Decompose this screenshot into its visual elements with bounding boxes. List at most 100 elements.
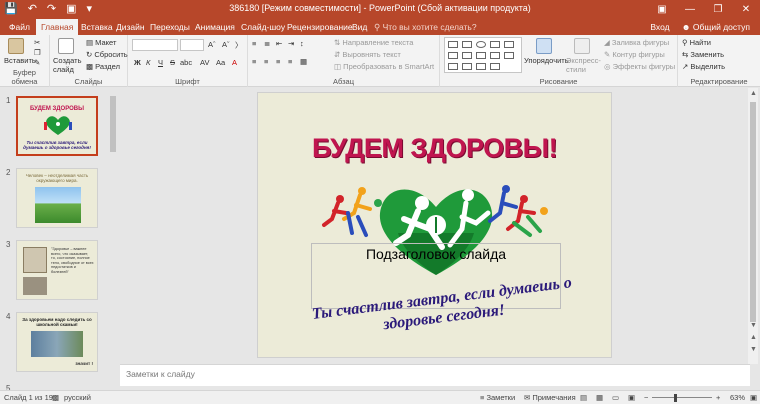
numbering-icon[interactable]: ≣: [264, 39, 270, 48]
clear-format-icon[interactable]: 〉: [235, 40, 243, 51]
zoom-out-icon[interactable]: −: [644, 393, 648, 402]
quick-styles-button[interactable]: Экспресс-стили: [566, 56, 602, 74]
bracket-shape-icon[interactable]: [462, 63, 472, 70]
increase-indent-icon[interactable]: ⇥: [288, 39, 294, 48]
underline-button[interactable]: Ч: [158, 58, 163, 67]
font-color-icon[interactable]: A: [232, 58, 237, 67]
slide-scrollbar[interactable]: ▲ ▼ ▲ ▼: [748, 88, 758, 364]
line-shape-icon[interactable]: [462, 52, 472, 59]
slide-thumbnail-4[interactable]: За здоровьем надо следить со школьной ск…: [16, 312, 98, 372]
next-slide-icon[interactable]: ▼: [750, 346, 757, 353]
triangle-shape-icon[interactable]: [504, 41, 514, 48]
change-case-icon[interactable]: Aa: [216, 58, 225, 67]
quick-styles-icon[interactable]: [574, 38, 590, 54]
tab-design[interactable]: Дизайн: [111, 19, 150, 35]
cut-icon[interactable]: ✂: [34, 38, 40, 47]
share-button[interactable]: ☻ Общий доступ: [682, 19, 750, 35]
grow-font-icon[interactable]: Aˆ: [208, 40, 216, 49]
columns-icon[interactable]: ▦: [300, 57, 307, 66]
select-button[interactable]: ↗ Выделить: [682, 62, 725, 71]
zoom-slider-thumb[interactable]: [674, 394, 677, 402]
scroll-up-icon[interactable]: ▲: [750, 90, 757, 97]
new-slide-icon[interactable]: [58, 38, 74, 54]
curve-shape-icon[interactable]: [448, 63, 458, 70]
reset-button[interactable]: ↻ Сбросить: [86, 50, 128, 59]
align-left-icon[interactable]: ≡: [252, 57, 256, 66]
font-size-combo[interactable]: [180, 39, 204, 51]
bullets-icon[interactable]: ≡: [252, 39, 256, 48]
zoom-in-icon[interactable]: +: [716, 393, 720, 402]
line-spacing-icon[interactable]: ↕: [300, 39, 304, 48]
slide-scroll-thumb[interactable]: [750, 102, 756, 322]
rectangle-shape-icon[interactable]: [448, 41, 458, 48]
slide-sorter-icon[interactable]: ▦: [596, 393, 603, 402]
flowchart-shape-icon[interactable]: [490, 63, 500, 70]
format-painter-icon[interactable]: ✎: [34, 58, 40, 67]
copy-icon[interactable]: ❐: [34, 48, 41, 57]
thumbnails-scroll-thumb[interactable]: [110, 96, 116, 152]
current-slide[interactable]: БУДЕМ ЗДОРОВЫ! Подзаголовок слайда Ты сч…: [257, 92, 612, 358]
tell-me-box[interactable]: ⚲ Что вы хотите сделать?: [374, 19, 477, 35]
scroll-down-icon[interactable]: ▼: [750, 322, 757, 329]
section-button[interactable]: ▩ Раздел: [86, 62, 120, 71]
normal-view-icon[interactable]: ▤: [580, 393, 587, 402]
tab-view[interactable]: Вид: [347, 19, 372, 35]
arrange-icon[interactable]: [536, 38, 552, 54]
rounded-rect-shape-icon[interactable]: [490, 41, 500, 48]
shape-fill-button[interactable]: ◢ Заливка фигуры: [604, 38, 669, 47]
tab-home[interactable]: Главная: [36, 19, 79, 35]
shape-outline-button[interactable]: ✎ Контур фигуры: [604, 50, 665, 59]
zoom-slider-track[interactable]: [652, 397, 712, 398]
slideshow-view-icon[interactable]: ▣: [628, 393, 635, 402]
star-shape-icon[interactable]: [504, 52, 514, 59]
shadow-button[interactable]: abc: [180, 58, 192, 67]
comments-toggle-button[interactable]: ✉ Примечания: [524, 393, 576, 402]
signin-link[interactable]: Вход: [650, 19, 669, 35]
align-text-button[interactable]: ⇵ Выровнять текст: [334, 50, 401, 59]
tab-file[interactable]: Файл: [4, 19, 35, 35]
italic-button[interactable]: К: [146, 58, 150, 67]
paste-button[interactable]: Вставить: [4, 56, 36, 65]
slide-thumbnail-1[interactable]: БУДЕМ ЗДОРОВЫ Ты счастлив завтра, если д…: [16, 96, 98, 156]
pentagon-shape-icon[interactable]: [476, 52, 486, 59]
align-right-icon[interactable]: ≡: [276, 57, 280, 66]
justify-icon[interactable]: ≡: [288, 57, 292, 66]
slide-thumbnail-3[interactable]: "Здоровье – важнее всего, что оказывает,…: [16, 240, 98, 300]
replace-button[interactable]: ⇆ Заменить: [682, 50, 724, 59]
brace-shape-icon[interactable]: [490, 52, 500, 59]
language-indicator[interactable]: русский: [64, 393, 91, 402]
new-slide-button[interactable]: Создать слайд: [53, 56, 85, 74]
fit-slide-icon[interactable]: ▣: [750, 393, 757, 402]
strikethrough-button[interactable]: S: [170, 58, 175, 67]
find-button[interactable]: ⚲ Найти: [682, 38, 711, 47]
smartart-button[interactable]: ◫ Преобразовать в SmartArt: [334, 62, 434, 71]
shrink-font-icon[interactable]: Aˇ: [222, 40, 230, 49]
text-direction-button[interactable]: ⇅ Направление текста: [334, 38, 413, 47]
prev-slide-icon[interactable]: ▲: [750, 334, 757, 341]
ribbon-display-icon[interactable]: ▣: [648, 0, 676, 19]
shapes-gallery[interactable]: [444, 37, 522, 73]
char-spacing-icon[interactable]: AV: [200, 58, 209, 67]
arrow-shape-icon[interactable]: [448, 52, 458, 59]
thumbnails-scrollbar[interactable]: [108, 88, 118, 390]
notes-pane[interactable]: Заметки к слайду: [120, 364, 750, 386]
decrease-indent-icon[interactable]: ⇤: [276, 39, 282, 48]
tab-transitions[interactable]: Переходы: [145, 19, 195, 35]
slide-title[interactable]: БУДЕМ ЗДОРОВЫ!: [258, 133, 611, 164]
layout-button[interactable]: ▤ Макет: [86, 38, 116, 47]
bold-button[interactable]: Ж: [134, 58, 141, 67]
notes-toggle-button[interactable]: ≡ Заметки: [480, 393, 515, 402]
textbox-shape-icon[interactable]: [462, 41, 472, 48]
font-family-combo[interactable]: [132, 39, 178, 51]
minimize-icon[interactable]: —: [676, 0, 704, 19]
oval-shape-icon[interactable]: [476, 41, 486, 48]
arrange-button[interactable]: Упорядочить: [524, 56, 569, 65]
tab-animations[interactable]: Анимация: [190, 19, 240, 35]
restore-icon[interactable]: ❐: [704, 0, 732, 19]
spellcheck-icon[interactable]: ▩: [52, 393, 59, 402]
align-center-icon[interactable]: ≡: [264, 57, 268, 66]
zoom-level[interactable]: 63%: [730, 393, 745, 402]
slide-thumbnail-2[interactable]: Человек – неотделимая часть окружающего …: [16, 168, 98, 228]
callout-shape-icon[interactable]: [476, 63, 486, 70]
close-icon[interactable]: ✕: [732, 0, 760, 19]
